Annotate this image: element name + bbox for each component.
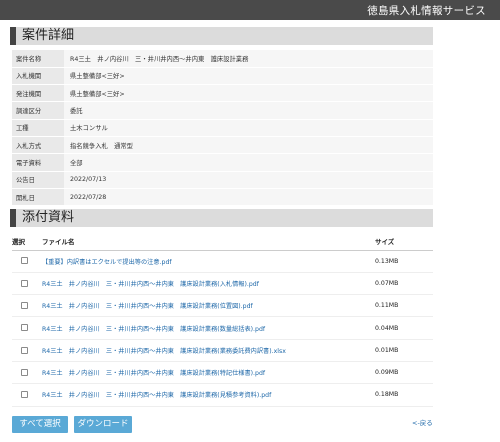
file-select-checkbox[interactable]	[21, 368, 28, 376]
attach-section-title: 添付資料	[22, 210, 75, 225]
detail-section-title: 案件詳細	[22, 28, 75, 43]
file-size: 0.11MB	[373, 294, 433, 318]
detail-label: 入札機関	[12, 67, 64, 86]
file-select-checkbox[interactable]	[21, 324, 28, 332]
file-size: 0.01MB	[373, 339, 433, 362]
detail-value: 2022/07/28	[64, 188, 433, 207]
file-name-cell: R4三土 井ノ内谷川 三・井川井内西〜井内東 護床設計業務(見積参考資料).pd…	[42, 383, 373, 407]
detail-label: 電子資料	[12, 153, 64, 172]
detail-label: 工種	[12, 119, 64, 137]
file-size: 0.13MB	[373, 250, 433, 273]
file-link[interactable]: R4三土 井ノ内谷川 三・井川井内西〜井内東 護床設計業務(業務委託費内訳書).…	[42, 348, 286, 355]
file-size: 0.18MB	[373, 383, 433, 407]
file-name-cell: R4三土 井ノ内谷川 三・井川井内西〜井内東 護床設計業務(数量総括表).pdf	[42, 316, 373, 340]
detail-label: 開札日	[12, 188, 64, 207]
file-row: R4三土 井ノ内谷川 三・井川井内西〜井内東 護床設計業務(位置図).pdf 0.…	[12, 294, 433, 318]
detail-section-heading: 案件詳細	[10, 27, 433, 45]
file-select-cell	[12, 339, 42, 362]
size-column-header: サイズ	[373, 232, 433, 251]
detail-row: 公告日 2022/07/13	[12, 171, 433, 189]
back-link[interactable]: <-戻る	[412, 417, 433, 427]
detail-row: 電子資料 全部	[12, 153, 433, 172]
detail-row: 発注機関 県土整備部<三好>	[12, 84, 433, 103]
file-row: R4三土 井ノ内谷川 三・井川井内西〜井内東 護床設計業務(特記仕様書).pdf…	[12, 361, 433, 385]
file-size: 0.07MB	[373, 272, 433, 296]
file-row: R4三土 井ノ内谷川 三・井川井内西〜井内東 護床設計業務(業務委託費内訳書).…	[12, 339, 433, 362]
file-name-cell: R4三土 井ノ内谷川 三・井川井内西〜井内東 護床設計業務(業務委託費内訳書).…	[42, 339, 373, 362]
file-link[interactable]: R4三土 井ノ内谷川 三・井川井内西〜井内東 護床設計業務(入札情報).pdf	[42, 281, 259, 288]
detail-label: 発注機関	[12, 84, 64, 103]
file-row: 【重要】内訳書はエクセルで提出等の注意.pdf 0.13MB	[12, 250, 433, 273]
attachment-header-row: 選択 ファイル名 サイズ	[12, 232, 433, 251]
file-size: 0.09MB	[373, 361, 433, 385]
detail-value: 土木コンサル	[64, 119, 433, 137]
file-link[interactable]: R4三土 井ノ内谷川 三・井川井内西〜井内東 護床設計業務(特記仕様書).pdf	[42, 370, 265, 377]
detail-value: 県土整備部<三好>	[64, 67, 433, 86]
file-link[interactable]: R4三土 井ノ内谷川 三・井川井内西〜井内東 護床設計業務(位置図).pdf	[42, 303, 253, 310]
detail-label: 案件名称	[12, 50, 64, 68]
file-select-cell	[12, 383, 42, 407]
detail-row: 案件名称 R4三土 井ノ内谷川 三・井川井内西〜井内東 護床設計業務	[12, 50, 433, 68]
file-size: 0.04MB	[373, 316, 433, 340]
file-row: R4三土 井ノ内谷川 三・井川井内西〜井内東 護床設計業務(見積参考資料).pd…	[12, 383, 433, 407]
file-name-cell: 【重要】内訳書はエクセルで提出等の注意.pdf	[42, 250, 373, 273]
detail-row: 入札方式 指名競争入札 通常型	[12, 136, 433, 155]
detail-row: 入札機関 県土整備部<三好>	[12, 67, 433, 86]
file-select-checkbox[interactable]	[21, 279, 28, 287]
file-select-cell	[12, 361, 42, 385]
detail-row: 調達区分 委託	[12, 101, 433, 120]
service-name: 徳島県入札情報サービス	[367, 5, 486, 17]
attachment-table: 選択 ファイル名 サイズ 【重要】内訳書はエクセルで提出等の注意.pdf 0.13…	[12, 232, 433, 407]
file-link[interactable]: 【重要】内訳書はエクセルで提出等の注意.pdf	[42, 259, 172, 266]
file-select-checkbox[interactable]	[21, 257, 28, 265]
file-link[interactable]: R4三土 井ノ内谷川 三・井川井内西〜井内東 護床設計業務(数量総括表).pdf	[42, 326, 265, 333]
file-select-checkbox[interactable]	[21, 301, 28, 309]
detail-value: 県土整備部<三好>	[64, 84, 433, 103]
file-name-cell: R4三土 井ノ内谷川 三・井川井内西〜井内東 護床設計業務(入札情報).pdf	[42, 272, 373, 296]
detail-label: 入札方式	[12, 136, 64, 155]
detail-row: 工種 土木コンサル	[12, 119, 433, 137]
select-column-header: 選択	[12, 232, 42, 251]
file-select-checkbox[interactable]	[21, 391, 28, 399]
file-select-cell	[12, 272, 42, 296]
attach-section-heading: 添付資料	[10, 209, 433, 227]
detail-label: 調達区分	[12, 101, 64, 120]
file-row: R4三土 井ノ内谷川 三・井川井内西〜井内東 護床設計業務(数量総括表).pdf…	[12, 316, 433, 340]
detail-row: 開札日 2022/07/28	[12, 188, 433, 207]
file-select-checkbox[interactable]	[21, 346, 28, 354]
detail-value: 2022/07/13	[64, 171, 433, 189]
detail-value: R4三土 井ノ内谷川 三・井川井内西〜井内東 護床設計業務	[64, 50, 433, 68]
detail-label: 公告日	[12, 171, 64, 189]
detail-value: 指名競争入札 通常型	[64, 136, 433, 155]
file-select-cell	[12, 316, 42, 340]
file-select-cell	[12, 250, 42, 273]
file-select-cell	[12, 294, 42, 318]
file-name-cell: R4三土 井ノ内谷川 三・井川井内西〜井内東 護床設計業務(位置図).pdf	[42, 294, 373, 318]
file-name-column-header: ファイル名	[42, 232, 373, 251]
download-button[interactable]: ダウンロード	[74, 416, 132, 433]
detail-value: 委託	[64, 101, 433, 120]
detail-value: 全部	[64, 153, 433, 172]
detail-table: 案件名称 R4三土 井ノ内谷川 三・井川井内西〜井内東 護床設計業務 入札機関 県土整…	[12, 50, 433, 207]
file-row: R4三土 井ノ内谷川 三・井川井内西〜井内東 護床設計業務(入札情報).pdf 0…	[12, 272, 433, 296]
select-all-button[interactable]: すべて選択	[12, 416, 68, 433]
top-bar: 徳島県入札情報サービス	[0, 0, 500, 20]
file-link[interactable]: R4三土 井ノ内谷川 三・井川井内西〜井内東 護床設計業務(見積参考資料).pd…	[42, 392, 271, 399]
file-name-cell: R4三土 井ノ内谷川 三・井川井内西〜井内東 護床設計業務(特記仕様書).pdf	[42, 361, 373, 385]
